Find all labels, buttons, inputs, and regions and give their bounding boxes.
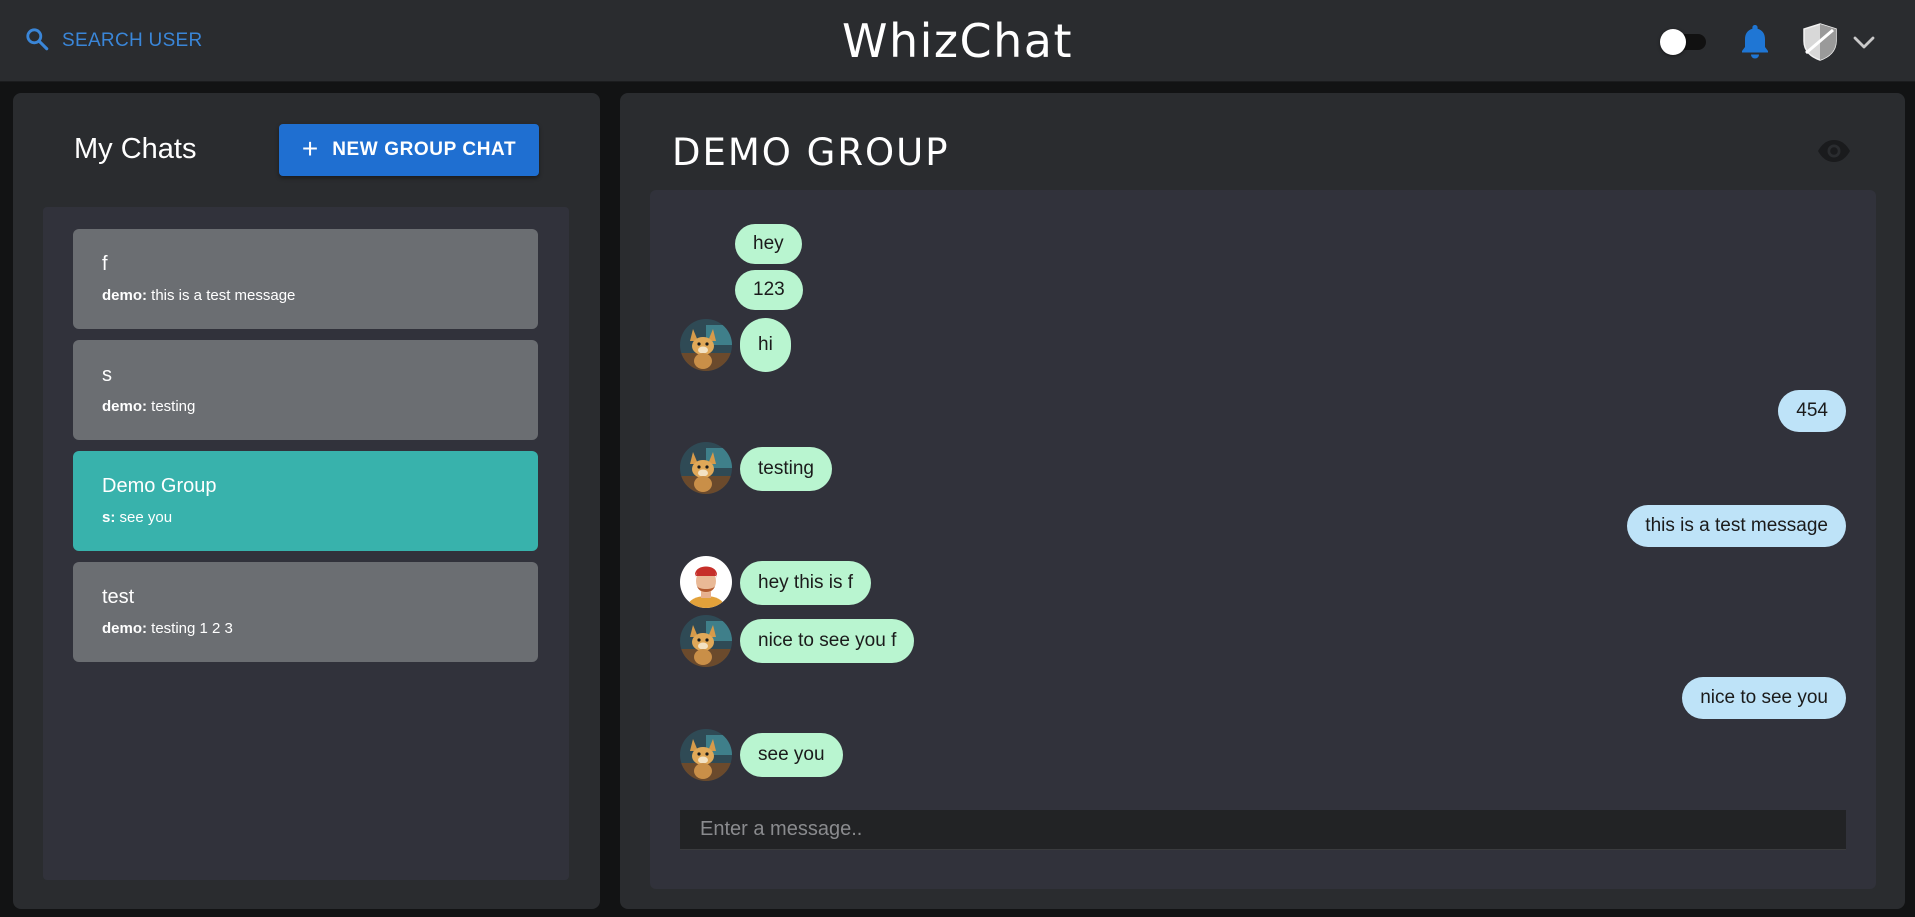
chat-name: f — [102, 253, 108, 275]
fox-avatar-icon — [680, 319, 732, 371]
profile-menu-button[interactable] — [1800, 18, 1875, 64]
fox-avatar-icon — [680, 615, 732, 667]
fox-avatar[interactable] — [680, 615, 732, 667]
search-icon — [24, 26, 50, 57]
person-avatar[interactable] — [680, 556, 732, 608]
message-bubble: 123 — [735, 270, 803, 310]
new-group-chat-label: NEW GROUP CHAT — [332, 139, 517, 160]
chat-preview: demo: testing — [102, 398, 195, 415]
chat-item-f[interactable]: f demo: this is a test message — [73, 229, 538, 329]
chat-preview-text: testing — [151, 398, 196, 415]
message-bubble: testing — [740, 447, 832, 491]
fox-avatar-icon — [680, 729, 732, 781]
chat-preview-text: testing 1 2 3 — [151, 620, 233, 637]
chevron-down-icon — [1853, 36, 1875, 49]
chat-preview: demo: testing 1 2 3 — [102, 620, 233, 637]
chat-name: s — [102, 364, 112, 386]
app-title-container: WhizChat — [0, 14, 1915, 68]
fox-avatar[interactable] — [680, 729, 732, 781]
chat-preview-text: this is a test message — [151, 287, 296, 304]
theme-toggle-switch[interactable] — [1660, 29, 1710, 55]
conversation-panel: DEMO GROUP hey 123 hi 454 testing this i… — [620, 93, 1905, 909]
fox-avatar-icon — [680, 442, 732, 494]
chat-list: f demo: this is a test message s demo: t… — [43, 207, 569, 880]
toggle-knob — [1660, 29, 1686, 55]
chat-preview-text: see you — [119, 509, 173, 526]
message-bubble: this is a test message — [1627, 505, 1846, 547]
search-user-label: Search User — [62, 30, 203, 51]
message-bubble: see you — [740, 733, 843, 777]
message-bubble: nice to see you — [1682, 677, 1846, 719]
chat-preview: s: see you — [102, 509, 172, 526]
chat-item-test[interactable]: test demo: testing 1 2 3 — [73, 562, 538, 662]
message-bubble: hi — [740, 318, 791, 372]
notifications-button[interactable] — [1737, 22, 1773, 60]
message-bubble: 454 — [1778, 390, 1846, 432]
fox-avatar[interactable] — [680, 319, 732, 371]
view-group-details-button[interactable] — [1816, 137, 1852, 165]
fox-avatar[interactable] — [680, 442, 732, 494]
message-bubble: nice to see you f — [740, 619, 915, 663]
app-title: WhizChat — [841, 14, 1074, 68]
search-user-button[interactable]: Search User — [24, 26, 203, 56]
chat-preview-sender: demo: — [102, 398, 147, 415]
shield-avatar-icon — [1803, 23, 1837, 61]
message-bubble: hey this is f — [740, 561, 872, 605]
bell-icon — [1742, 25, 1768, 59]
chat-preview: demo: this is a test message — [102, 287, 295, 304]
my-chats-panel: My Chats + NEW GROUP CHAT f demo: this i… — [13, 93, 600, 909]
message-bubble: hey — [735, 224, 802, 264]
message-input[interactable] — [680, 810, 1846, 850]
chat-item-demo-group[interactable]: Demo Group s: see you — [73, 451, 538, 551]
chat-name: Demo Group — [102, 475, 217, 497]
person-avatar-icon — [680, 556, 732, 608]
chat-preview-sender: s: — [102, 509, 116, 526]
conversation-title: DEMO GROUP — [672, 131, 950, 174]
my-chats-title: My Chats — [74, 133, 197, 165]
chat-preview-sender: demo: — [102, 287, 147, 304]
new-group-chat-button[interactable]: + NEW GROUP CHAT — [279, 124, 539, 176]
chat-name: test — [102, 586, 135, 608]
chat-item-s[interactable]: s demo: testing — [73, 340, 538, 440]
chat-preview-sender: demo: — [102, 620, 147, 637]
messages-area: hey 123 hi 454 testing this is a test me… — [650, 190, 1876, 889]
plus-icon: + — [301, 132, 319, 164]
eye-icon — [1818, 140, 1850, 162]
top-bar: Search User WhizChat — [0, 0, 1915, 82]
